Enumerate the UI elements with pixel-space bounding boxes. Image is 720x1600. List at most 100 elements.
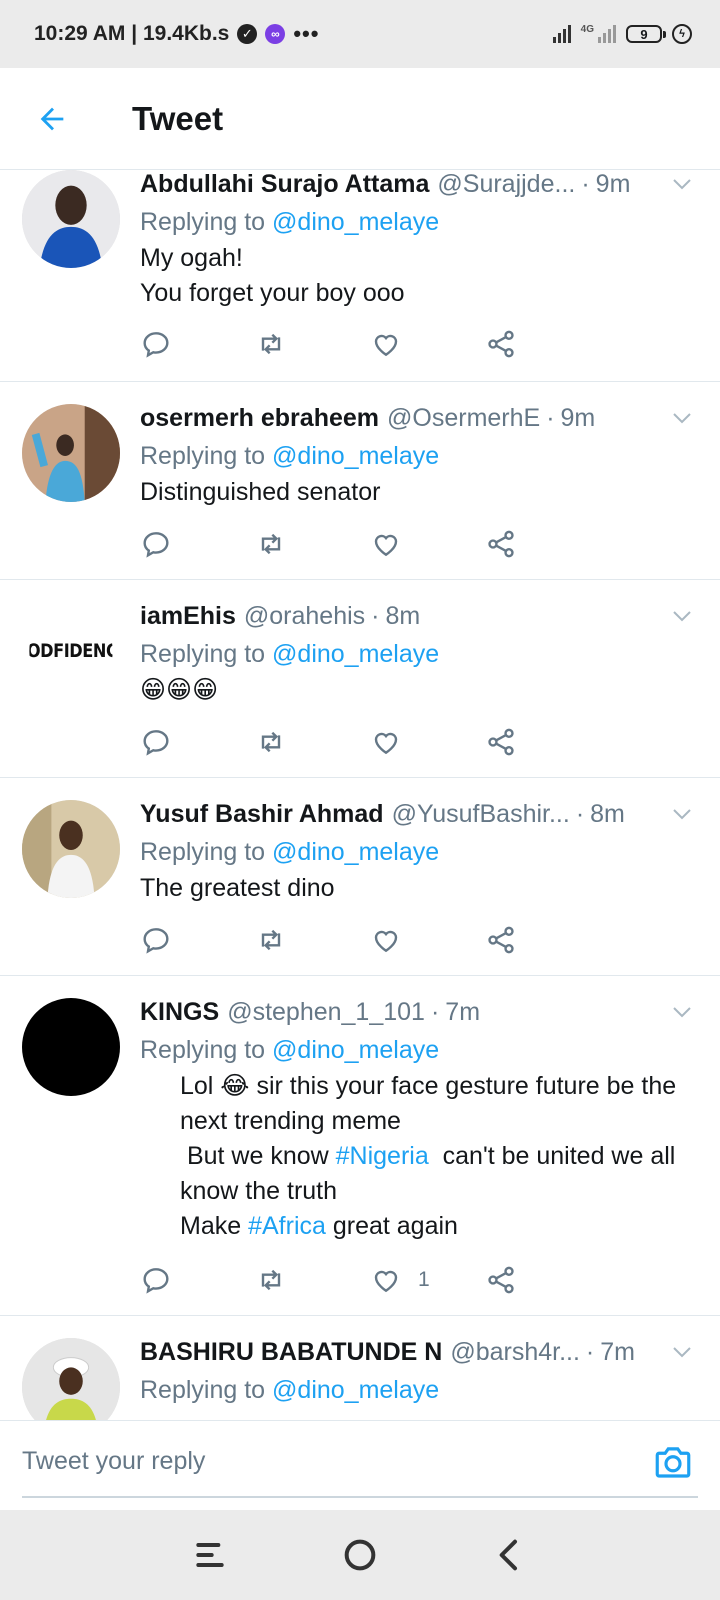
separator-dot: · (546, 404, 555, 432)
input-underline (22, 1496, 698, 1498)
mention-link[interactable]: @dino_melaye (272, 1036, 439, 1064)
reply-icon (143, 730, 169, 756)
tweet-actions (140, 726, 600, 758)
author-handle[interactable]: @stephen_1_101 (227, 998, 425, 1027)
tweet-item[interactable]: BASHIRU BABATUNDE N @barsh4r... · 7m Rep… (0, 1316, 720, 1420)
back-button[interactable] (24, 91, 80, 147)
author-handle[interactable]: @OsermerhE (387, 404, 540, 433)
retweet-icon (261, 1269, 281, 1291)
retweet-button[interactable] (255, 726, 370, 758)
signal-2-icon (598, 25, 616, 43)
author-name[interactable]: Abdullahi Surajo Attama (140, 170, 429, 199)
reply-button[interactable] (140, 1264, 255, 1296)
avatar[interactable] (22, 1338, 120, 1420)
hashtag-link[interactable]: #Africa (248, 1212, 326, 1240)
author-handle[interactable]: @orahehis (244, 602, 365, 631)
tweet-content: BASHIRU BABATUNDE N @barsh4r... · 7m Rep… (140, 1338, 660, 1405)
retweet-button[interactable] (255, 528, 370, 560)
replying-prefix: Replying to (140, 442, 266, 470)
tweet-meta: KINGS @stephen_1_101 · 7m (140, 998, 660, 1028)
reply-icon (143, 1268, 169, 1294)
avatar[interactable] (22, 170, 120, 268)
share-icon (488, 1266, 514, 1294)
reply-button[interactable] (140, 328, 255, 360)
tweet-meta: osermerh ebraheem @OsermerhE · 9m (140, 404, 660, 434)
chevron-down-icon[interactable] (670, 604, 694, 628)
like-button[interactable] (370, 924, 485, 956)
tweet-item[interactable]: Abdullahi Surajo Attama @Surajjde... · 9… (0, 170, 720, 382)
reply-bar: Tweet your reply (0, 1420, 720, 1506)
retweet-button[interactable] (255, 328, 370, 360)
share-button[interactable] (485, 726, 600, 758)
share-button[interactable] (485, 328, 600, 360)
tweet-content: iamEhis @orahehis · 8m Replying to @dino… (140, 602, 660, 708)
mention-link[interactable]: @dino_melaye (272, 442, 439, 470)
replying-prefix: Replying to (140, 1376, 266, 1404)
avatar[interactable] (22, 800, 120, 898)
tweet-content: Abdullahi Surajo Attama @Surajjde... · 9… (140, 170, 660, 311)
tweet-actions (140, 924, 600, 956)
author-name[interactable]: iamEhis (140, 602, 236, 631)
replying-to: Replying to @dino_melaye (140, 442, 660, 471)
chevron-down-icon[interactable] (670, 802, 694, 826)
tweet-item[interactable]: GODFIDENCE iamEhis @orahehis · 8m Replyi… (0, 580, 720, 778)
like-button[interactable]: 1 (370, 1264, 485, 1296)
chevron-down-icon[interactable] (670, 172, 694, 196)
reply-button[interactable] (140, 726, 255, 758)
menu-icon[interactable] (190, 1535, 230, 1575)
author-handle[interactable]: @Surajjde... (437, 170, 575, 199)
author-name[interactable]: BASHIRU BABATUNDE N (140, 1338, 442, 1367)
heart-icon (374, 1270, 398, 1293)
author-handle[interactable]: @YusufBashir... (392, 800, 570, 829)
retweet-icon (261, 333, 281, 355)
back-chevron-icon[interactable] (490, 1535, 530, 1575)
share-button[interactable] (485, 528, 600, 560)
mention-link[interactable]: @dino_melaye (272, 1376, 439, 1404)
mention-link[interactable]: @dino_melaye (272, 208, 439, 236)
tweet-content: osermerh ebraheem @OsermerhE · 9m Replyi… (140, 404, 660, 510)
author-name[interactable]: KINGS (140, 998, 219, 1027)
avatar[interactable]: GODFIDENCE (29, 602, 113, 700)
camera-icon[interactable] (652, 1441, 694, 1483)
share-button[interactable] (485, 1264, 600, 1296)
charging-icon: ϟ (672, 24, 692, 44)
retweet-button[interactable] (255, 924, 370, 956)
replying-prefix: Replying to (140, 208, 266, 236)
battery-level: 9 (640, 26, 648, 42)
mention-link[interactable]: @dino_melaye (272, 640, 439, 668)
separator-dot: · (585, 1338, 595, 1366)
tweet-time: 8m (590, 800, 625, 828)
retweet-button[interactable] (255, 1264, 370, 1296)
tweet-item[interactable]: osermerh ebraheem @OsermerhE · 9m Replyi… (0, 382, 720, 580)
reply-button[interactable] (140, 924, 255, 956)
hashtag-link[interactable]: #Nigeria (336, 1142, 429, 1170)
home-circle-icon[interactable] (340, 1535, 380, 1575)
tweet-item[interactable]: Yusuf Bashir Ahmad @YusufBashir... · 8m … (0, 778, 720, 976)
author-name[interactable]: osermerh ebraheem (140, 404, 379, 433)
chevron-down-icon[interactable] (670, 1000, 694, 1024)
avatar[interactable] (22, 998, 120, 1096)
tweet-item[interactable]: KINGS @stephen_1_101 · 7m Replying to @d… (0, 976, 720, 1316)
check-badge-icon: ✓ (237, 24, 258, 44)
share-icon (488, 530, 514, 558)
chevron-down-icon[interactable] (670, 406, 694, 430)
tweet-actions (140, 528, 600, 560)
reply-feed[interactable]: Abdullahi Surajo Attama @Surajjde... · 9… (0, 170, 720, 1420)
replying-to: Replying to @dino_melaye (140, 208, 660, 237)
reply-icon (143, 332, 169, 358)
like-button[interactable] (370, 726, 485, 758)
author-name[interactable]: Yusuf Bashir Ahmad (140, 800, 384, 829)
share-button[interactable] (485, 924, 600, 956)
like-button[interactable] (370, 528, 485, 560)
tweet-meta: Abdullahi Surajo Attama @Surajjde... · 9… (140, 170, 660, 200)
reply-input[interactable]: Tweet your reply (22, 1447, 205, 1476)
like-button[interactable] (370, 328, 485, 360)
avatar[interactable] (22, 404, 120, 502)
mention-link[interactable]: @dino_melaye (272, 838, 439, 866)
retweet-icon (261, 929, 281, 951)
reply-button[interactable] (140, 528, 255, 560)
share-icon (488, 330, 514, 358)
author-handle[interactable]: @barsh4r... (450, 1338, 580, 1367)
chevron-down-icon[interactable] (670, 1340, 694, 1364)
app-header: Tweet (0, 68, 720, 170)
